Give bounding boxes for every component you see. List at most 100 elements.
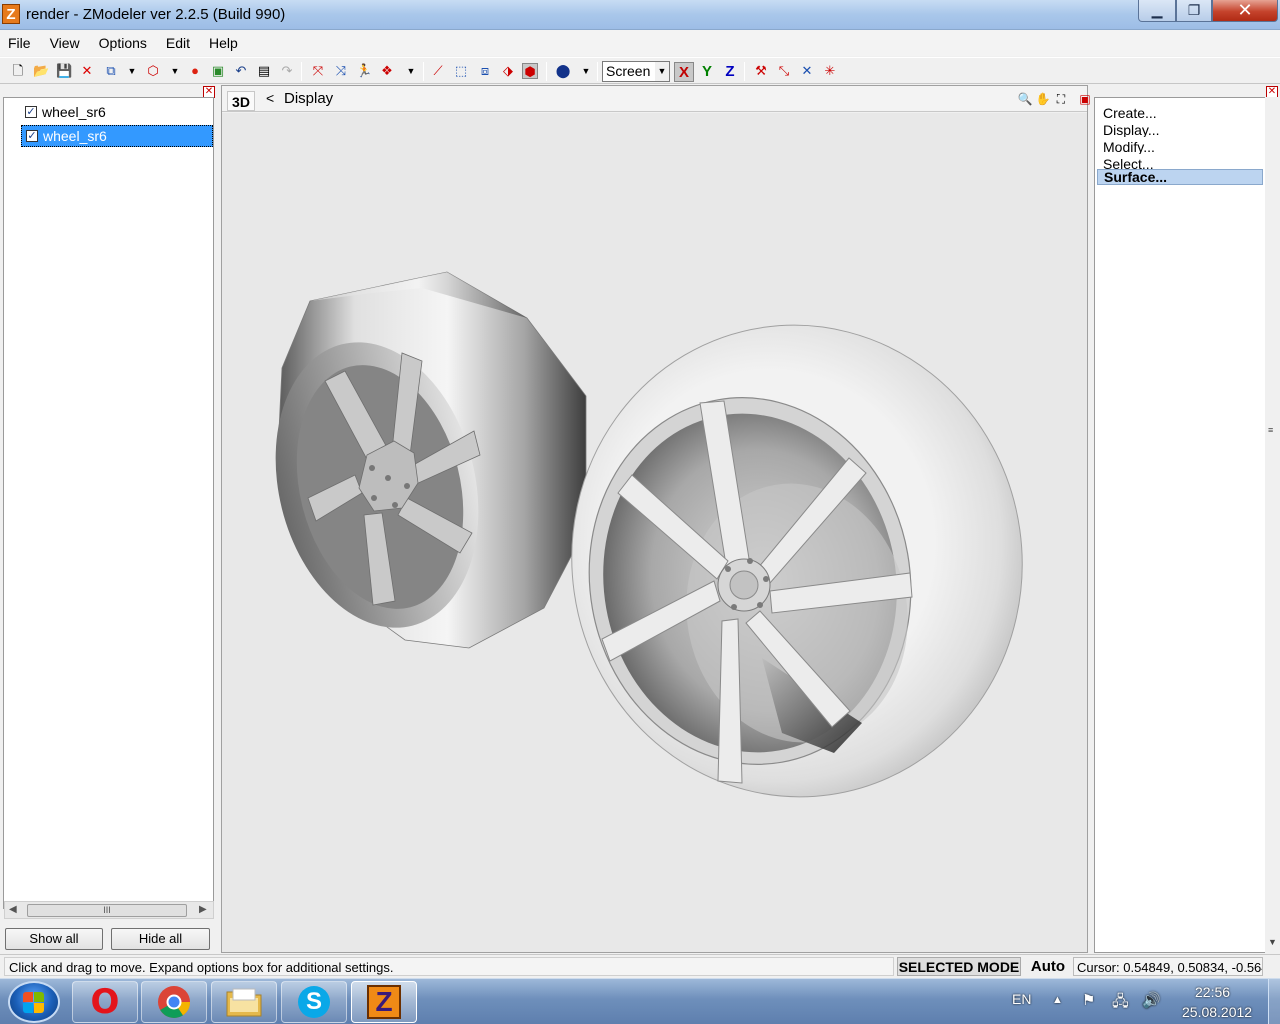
render-icon[interactable]: ● <box>187 63 203 79</box>
axis-x-toggle[interactable]: X <box>674 62 694 82</box>
coordinate-mode-value: Screen <box>606 63 651 79</box>
language-indicator[interactable]: EN <box>1012 991 1031 1007</box>
move-axis-icon[interactable]: ⤡ <box>776 63 792 79</box>
tree-item-label: wheel_sr6 <box>43 128 107 144</box>
title-bar: Z render - ZModeler ver 2.2.5 (Build 990… <box>0 0 1280 30</box>
cursor-coordinates: Cursor: 0.54849, 0.50834, -0.564 <box>1073 957 1263 976</box>
taskbar-skype[interactable]: S <box>281 981 347 1023</box>
command-surface[interactable]: Surface... <box>1097 169 1263 185</box>
network-icon[interactable]: 🖧 <box>1112 991 1129 1016</box>
scroll-right-icon[interactable]: ▶ <box>199 904 207 915</box>
tree-item-wheel-2[interactable]: ✓ wheel_sr6 <box>21 125 213 147</box>
new-icon[interactable]: 🗋 <box>10 63 26 79</box>
command-create[interactable]: Create... <box>1103 104 1157 120</box>
vertex-mode-icon[interactable]: ⟋ <box>430 63 446 79</box>
taskbar-chrome[interactable] <box>141 981 207 1023</box>
viewport-mode-label[interactable]: 3D <box>227 91 255 111</box>
redo-icon[interactable]: ↷ <box>279 63 295 79</box>
show-all-button[interactable]: Show all <box>5 928 103 950</box>
menu-help[interactable]: Help <box>209 35 238 51</box>
export-icon[interactable]: ⬡ <box>145 63 161 79</box>
menu-options[interactable]: Options <box>99 35 147 51</box>
volume-icon[interactable]: 🔊 <box>1142 991 1161 1009</box>
minimize-button[interactable]: ▁ <box>1138 0 1176 22</box>
wand-icon[interactable]: ⚒ <box>753 63 769 79</box>
taskbar-explorer[interactable] <box>211 981 277 1023</box>
command-modify[interactable]: Modify... <box>1103 138 1155 154</box>
taskbar-opera[interactable]: O <box>72 981 138 1023</box>
wheel-front <box>571 324 1023 798</box>
status-bar: Click and drag to move. Expand options b… <box>0 954 1280 977</box>
visibility-checkbox[interactable]: ✓ <box>25 106 37 118</box>
axis-z-toggle[interactable]: Z <box>720 62 740 82</box>
zoom-icon[interactable]: 🔍 <box>1017 91 1033 107</box>
import-dropdown-icon[interactable]: ▼ <box>124 63 140 79</box>
viewport-title: Display <box>284 90 334 107</box>
scroll-grip-icon[interactable]: ≡ <box>1268 425 1273 435</box>
viewport-back-button[interactable]: < <box>266 90 274 106</box>
object-tree[interactable]: ✓ wheel_sr6 ✓ wheel_sr6 <box>3 97 214 909</box>
material-icon[interactable]: ⬤ <box>555 63 571 79</box>
scroll-down-icon[interactable]: ▼ <box>1268 937 1277 947</box>
menu-view[interactable]: View <box>50 35 80 51</box>
3d-viewport[interactable] <box>222 113 1087 952</box>
group-dropdown-icon[interactable]: ▼ <box>403 63 419 79</box>
menu-edit[interactable]: Edit <box>166 35 190 51</box>
command-panel: ✕ Create... Display... Modify... Select.… <box>1090 85 1280 953</box>
show-desktop-button[interactable] <box>1268 979 1280 1024</box>
hide-all-button[interactable]: Hide all <box>111 928 210 950</box>
show-hidden-icons-icon[interactable]: ▲ <box>1052 994 1063 1006</box>
horizontal-scrollbar[interactable]: ◀ III ▶ <box>4 901 214 919</box>
coordinate-mode-select[interactable]: Screen ▼ <box>602 61 670 82</box>
clock-time[interactable]: 22:56 <box>1195 984 1230 1000</box>
clock-date[interactable]: 25.08.2012 <box>1182 1004 1252 1020</box>
toolbar-separator <box>546 62 547 81</box>
rotate-axis-icon[interactable]: ✕ <box>799 63 815 79</box>
viewport-header: 3D < Display 🔍 ✋ ⛶ ▣ <box>222 86 1091 112</box>
notes-icon[interactable]: ▤ <box>256 63 272 79</box>
status-hint: Click and drag to move. Expand options b… <box>4 957 894 976</box>
close-button[interactable]: ✕ <box>1212 0 1278 22</box>
zmodeler-app-icon[interactable]: Z <box>2 4 20 24</box>
close-file-icon[interactable]: ✕ <box>79 63 95 79</box>
taskbar-zmodeler[interactable]: Z <box>351 981 417 1023</box>
pan-hand-icon[interactable]: ✋ <box>1035 91 1051 107</box>
group-icon[interactable]: ❖ <box>379 63 395 79</box>
command-display[interactable]: Display... <box>1103 121 1160 137</box>
zmodeler-icon: Z <box>367 985 401 1019</box>
menu-file[interactable]: File <box>8 35 31 51</box>
export-dropdown-icon[interactable]: ▼ <box>167 63 183 79</box>
scroll-thumb[interactable]: III <box>27 904 187 917</box>
save-icon[interactable]: 💾 <box>56 63 72 79</box>
auto-mode-indicator[interactable]: Auto <box>1025 957 1071 976</box>
undo-icon[interactable]: ↶ <box>233 63 249 79</box>
selection-mode-indicator[interactable]: SELECTED MODE <box>897 957 1021 976</box>
visibility-checkbox[interactable]: ✓ <box>26 130 38 142</box>
select-points-icon[interactable]: ⤧ <box>310 63 326 79</box>
open-icon[interactable]: 📂 <box>33 63 49 79</box>
scroll-left-icon[interactable]: ◀ <box>9 904 17 915</box>
wheels-render <box>275 271 1023 798</box>
maximize-button[interactable]: ❐ <box>1176 0 1212 22</box>
snapshot-icon[interactable]: ▣ <box>210 63 226 79</box>
material-dropdown-icon[interactable]: ▼ <box>578 63 594 79</box>
box-mode2-icon[interactable]: ⧈ <box>477 63 493 79</box>
box-mode-icon[interactable]: ⬚ <box>453 63 469 79</box>
box-mode4-icon[interactable]: ⬢ <box>522 63 538 79</box>
window-title: render - ZModeler ver 2.2.5 (Build 990) <box>26 6 286 23</box>
main-toolbar: 🗋 📂 💾 ✕ ⧉ ▼ ⬡ ▼ ● ▣ ↶ ▤ ↷ ⤧ ⤨ 🏃 ❖ ▼ ⟋ ⬚ … <box>0 57 1280 84</box>
zoom-extents-icon[interactable]: ⛶ <box>1053 91 1069 107</box>
tree-item-wheel-1[interactable]: ✓ wheel_sr6 <box>21 101 213 123</box>
skype-icon: S <box>298 986 330 1018</box>
vertical-scrollbar[interactable]: ≡ ▼ <box>1265 97 1280 953</box>
figure-icon[interactable]: 🏃 <box>356 63 372 79</box>
select-lines-icon[interactable]: ⤨ <box>333 63 349 79</box>
viewport-tools: 🔍 ✋ ⛶ ▣ <box>1017 91 1093 107</box>
scale-axis-icon[interactable]: ✳ <box>822 63 838 79</box>
import-icon[interactable]: ⧉ <box>103 63 119 79</box>
zmodeler-glyph: Z <box>375 986 393 1017</box>
action-center-flag-icon[interactable]: ⚑ <box>1082 991 1095 1009</box>
box-mode3-icon[interactable]: ⬗ <box>500 63 516 79</box>
axis-y-toggle[interactable]: Y <box>697 62 717 82</box>
start-button[interactable] <box>8 981 60 1023</box>
